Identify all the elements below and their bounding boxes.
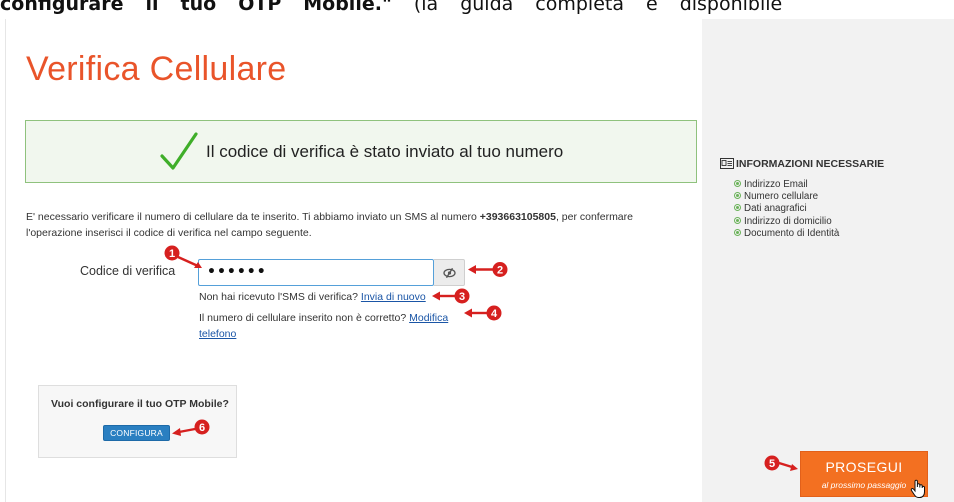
callout-number: 5 xyxy=(769,458,775,470)
resend-link[interactable]: Invia di nuovo xyxy=(361,291,426,303)
callout-3: 3 xyxy=(432,288,470,304)
id-card-icon xyxy=(720,158,734,169)
callout-number: 3 xyxy=(459,291,465,303)
eye-slash-icon xyxy=(443,268,456,278)
top-word: configurare xyxy=(0,0,124,15)
callout-number: 1 xyxy=(169,248,175,260)
list-item: Documento di Identità xyxy=(734,228,839,240)
top-word: OTP xyxy=(238,0,282,15)
hand-cursor-icon xyxy=(910,479,925,498)
check-circle-icon xyxy=(734,192,741,200)
phone-number: +393663105805 xyxy=(479,211,556,223)
callout-6: 6 xyxy=(172,419,210,436)
check-circle-icon xyxy=(734,228,741,236)
next-step-button[interactable]: PROSEGUI al prossimo passaggio xyxy=(800,451,928,497)
callout-number: 4 xyxy=(491,308,498,320)
document-text-fragment: configurare il tuo OTP Mobile." (la guida compl… xyxy=(0,0,954,17)
callout-5: 5 xyxy=(764,455,798,471)
check-circle-icon xyxy=(734,216,741,224)
callout-4: 4 xyxy=(464,305,502,321)
configure-otp-button[interactable]: CONFIGURA xyxy=(103,425,170,441)
verification-code-label: Codice di verifica xyxy=(80,264,176,278)
resend-help: Non hai ricevuto l'SMS di verifica? Invi… xyxy=(199,289,426,305)
info-title: INFORMAZIONI NECESSARIE xyxy=(736,158,885,170)
info-list: Indirizzo Email Numero cellulare Dati an… xyxy=(734,179,839,240)
top-word: tuo xyxy=(180,0,217,15)
top-word: è xyxy=(645,0,658,15)
top-word: disponibile xyxy=(679,0,783,15)
list-item: Indirizzo di domicilio xyxy=(734,216,839,228)
next-step-label: PROSEGUI xyxy=(825,459,903,475)
otp-question: Vuoi configurare il tuo OTP Mobile? xyxy=(51,398,229,410)
toggle-visibility-button[interactable] xyxy=(434,259,465,286)
success-message: Il codice di verifica è stato inviato al… xyxy=(206,142,564,161)
top-word: (la xyxy=(413,0,439,15)
resend-text: Non hai ricevuto l'SMS di verifica? xyxy=(199,291,358,303)
callout-number: 2 xyxy=(497,265,503,277)
verification-code-input[interactable]: •••••• xyxy=(198,259,434,286)
info-heading: INFORMAZIONI NECESSARIE xyxy=(720,156,884,170)
next-step-sublabel: al prossimo passaggio xyxy=(821,480,907,490)
top-word: guida xyxy=(460,0,514,15)
callout-number: 6 xyxy=(199,422,205,434)
list-item: Indirizzo Email xyxy=(734,179,839,191)
list-item: Dati anagrafici xyxy=(734,203,839,215)
check-icon xyxy=(160,132,198,170)
top-word: Mobile." xyxy=(303,0,392,15)
intro-text: E' necessario verificare il numero di ce… xyxy=(26,209,691,241)
wrong-number-text: Il numero di cellulare inserito non è co… xyxy=(199,312,407,324)
top-word: completa xyxy=(535,0,624,15)
intro-text-before: E' necessario verificare il numero di ce… xyxy=(26,211,480,223)
wrong-number-help: Il numero di cellulare inserito non è co… xyxy=(199,310,484,342)
page-title: Verifica Cellulare xyxy=(26,50,287,88)
check-circle-icon xyxy=(734,204,741,212)
success-alert: Il codice di verifica è stato inviato al… xyxy=(25,120,697,183)
top-word: il xyxy=(145,0,159,15)
callout-2: 2 xyxy=(468,262,508,277)
info-sidebar xyxy=(702,19,954,502)
check-circle-icon xyxy=(734,180,741,187)
list-item: Numero cellulare xyxy=(734,191,839,203)
callout-1: 1 xyxy=(164,245,202,268)
